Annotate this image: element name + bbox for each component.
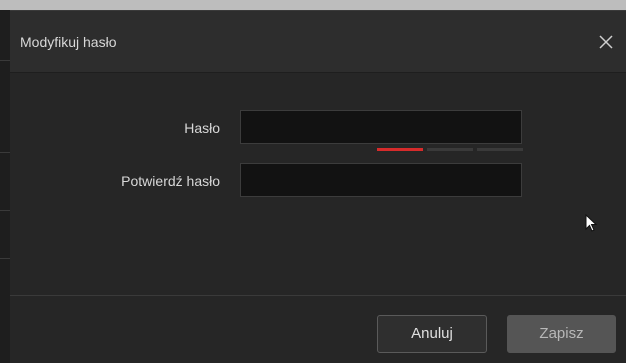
modify-password-dialog: Modyfikuj hasło Hasło Potwierdź hasło An… xyxy=(10,10,626,363)
backdrop-line xyxy=(0,60,10,61)
confirm-password-label: Potwierdź hasło xyxy=(121,173,220,189)
close-button[interactable] xyxy=(596,32,616,52)
close-icon xyxy=(599,35,613,49)
footer-divider xyxy=(10,295,626,296)
strength-segment-1 xyxy=(377,148,423,151)
backdrop-line xyxy=(0,210,10,211)
strength-segment-3 xyxy=(477,148,523,151)
strength-segment-2 xyxy=(427,148,473,151)
backdrop-line xyxy=(0,258,10,259)
mouse-pointer-icon xyxy=(585,214,598,232)
dialog-title: Modyfikuj hasło xyxy=(20,34,117,50)
password-label: Hasło xyxy=(184,120,220,136)
password-input[interactable] xyxy=(240,110,522,144)
backdrop-line xyxy=(0,152,10,153)
confirm-password-input[interactable] xyxy=(240,163,522,197)
dialog-header: Modyfikuj hasło xyxy=(10,11,626,73)
save-button[interactable]: Zapisz xyxy=(507,315,616,353)
cancel-button[interactable]: Anuluj xyxy=(377,315,487,353)
